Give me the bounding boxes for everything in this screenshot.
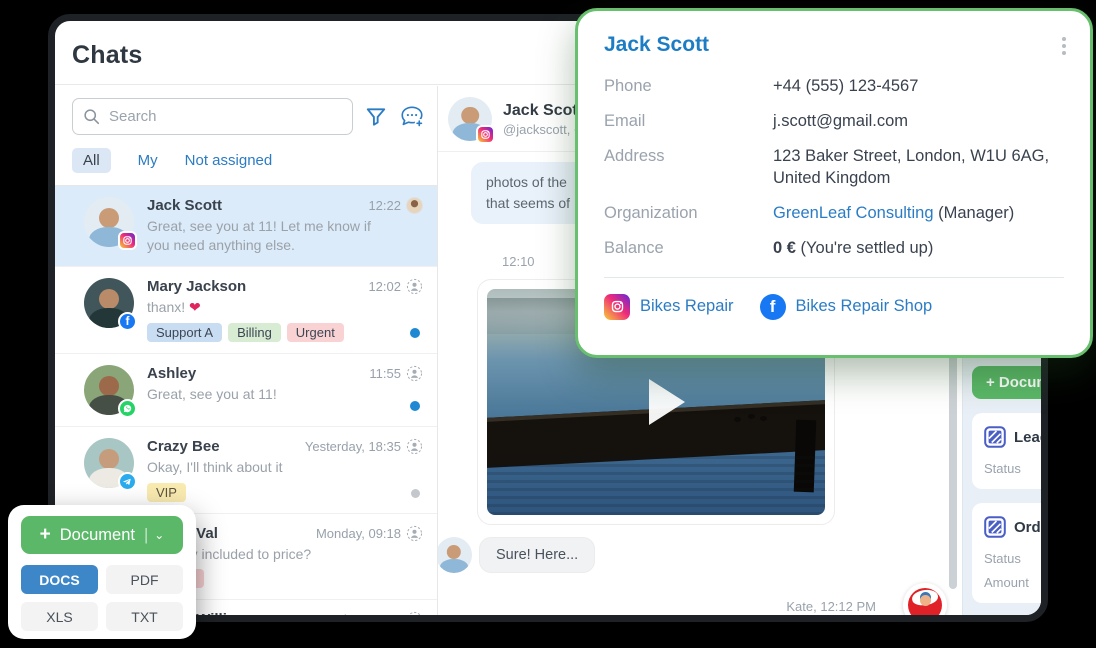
- play-icon[interactable]: [649, 379, 685, 425]
- email-label: Email: [604, 111, 773, 133]
- unassigned-icon: [406, 278, 423, 295]
- chat-name: Crazy Bee: [147, 438, 220, 455]
- chat-name: Mary Jackson: [147, 278, 246, 295]
- lead-icon: [984, 426, 1006, 448]
- tag-vip: VIP: [147, 483, 186, 502]
- assigned-agent-avatar: [406, 197, 423, 214]
- chat-time: 11:55: [369, 366, 401, 381]
- instagram-icon: [604, 294, 630, 320]
- add-document-button[interactable]: + Document: [972, 366, 1041, 399]
- unassigned-icon: [406, 525, 423, 542]
- contact-name: Jack Scott: [604, 33, 1064, 57]
- phone-value: +44 (555) 123-4567: [773, 76, 1064, 98]
- whatsapp-badge-icon: [118, 399, 137, 418]
- order-amount-label: Amount: [984, 575, 1041, 590]
- search-icon: [83, 108, 100, 125]
- balance-amount: 0 €: [773, 239, 796, 257]
- new-chat-icon[interactable]: [399, 104, 425, 130]
- unread-dot: [410, 328, 420, 338]
- message-bubble: Sure! Here...: [479, 537, 595, 573]
- chat-time: Yesterday, 18:35: [305, 439, 401, 454]
- kebab-menu-icon[interactable]: [1062, 37, 1066, 55]
- page-title: Chats: [72, 41, 142, 69]
- unassigned-icon: [406, 365, 423, 382]
- unassigned-icon: [406, 611, 423, 615]
- tab-not-assigned[interactable]: Not assigned: [185, 152, 273, 169]
- balance-label: Balance: [604, 238, 773, 260]
- sender-logo-avatar: [903, 583, 947, 615]
- outgoing-message-meta: Kate, 12:12 PM: [438, 599, 876, 614]
- email-value: j.scott@gmail.com: [773, 111, 1064, 133]
- search-input[interactable]: [109, 108, 342, 125]
- heart-icon: ❤: [189, 299, 201, 315]
- order-status-label: Status: [984, 551, 1041, 566]
- instagram-badge-icon: [118, 231, 137, 250]
- chat-time: 12:22: [368, 198, 401, 213]
- doc-type-xls[interactable]: XLS: [21, 602, 98, 631]
- chat-item-jack-scott[interactable]: Jack Scott 12:22 Great, see you at 11! L…: [55, 186, 437, 266]
- filter-tabs: All My Not assigned: [72, 148, 425, 173]
- chevron-down-icon: ⌄: [154, 528, 164, 542]
- facebook-profile-link[interactable]: f Bikes Repair Shop: [760, 294, 933, 320]
- chat-time: 12:02: [368, 279, 401, 294]
- balance-value: 0 € (You're settled up): [773, 238, 1064, 260]
- chat-name: Ashley: [147, 365, 196, 382]
- instagram-profile-link[interactable]: Bikes Repair: [604, 294, 734, 320]
- tab-my[interactable]: My: [138, 152, 158, 169]
- avatar: [438, 537, 472, 573]
- document-popup: + Document | ⌄ DOCS PDF XLS TXT: [8, 505, 196, 639]
- organization-role: (Manager): [938, 204, 1014, 222]
- tag-support: Support A: [147, 323, 222, 342]
- chat-item-crazy-bee[interactable]: Crazy Bee Yesterday, 18:35 Okay, I'll th…: [55, 426, 437, 513]
- doc-type-txt[interactable]: TXT: [106, 602, 183, 631]
- chat-preview: thanx! ❤: [147, 298, 423, 317]
- chat-preview: Great, see you at 11! Let me know if you…: [147, 217, 423, 255]
- organization-value: GreenLeaf Consulting (Manager): [773, 203, 1064, 225]
- phone-label: Phone: [604, 76, 773, 98]
- address-label: Address: [604, 146, 773, 190]
- doc-type-docs[interactable]: DOCS: [21, 565, 98, 594]
- chat-preview: Okay, I'll think about it: [147, 458, 423, 477]
- organization-label: Organization: [604, 203, 773, 225]
- divider: [604, 277, 1064, 278]
- chat-item-mary-jackson[interactable]: f Mary Jackson 12:02 thanx! ❤: [55, 266, 437, 353]
- balance-note: (You're settled up): [801, 239, 934, 257]
- unread-dot: [410, 401, 420, 411]
- plus-icon: +: [40, 524, 51, 546]
- chat-name: Jack Scott: [147, 197, 222, 214]
- doc-type-pdf[interactable]: PDF: [106, 565, 183, 594]
- document-button-label: Document: [60, 526, 135, 545]
- add-document-split-button[interactable]: + Document | ⌄: [21, 516, 183, 554]
- read-dot: [411, 489, 420, 498]
- order-card[interactable]: Order Status Amount: [972, 503, 1041, 603]
- tab-all[interactable]: All: [72, 148, 111, 173]
- chat-time: 05 jan. 13:54: [326, 612, 401, 615]
- order-card-title: Order: [1014, 519, 1041, 536]
- tag-billing: Billing: [228, 323, 281, 342]
- facebook-icon: f: [760, 294, 786, 320]
- lead-status-label: Status: [984, 461, 1041, 476]
- search-box[interactable]: [72, 98, 353, 135]
- unassigned-icon: [406, 438, 423, 455]
- page: Chats: [0, 0, 1096, 648]
- organization-link[interactable]: GreenLeaf Consulting: [773, 204, 934, 222]
- tag-urgent: Urgent: [287, 323, 344, 342]
- filter-icon[interactable]: [365, 106, 387, 128]
- address-value: 123 Baker Street, London, W1U 6AG, Unite…: [773, 146, 1064, 190]
- contact-detail-card: Jack Scott Phone +44 (555) 123-4567 Emai…: [575, 8, 1093, 358]
- order-icon: [984, 516, 1006, 538]
- lead-card[interactable]: Lead Status: [972, 413, 1041, 489]
- chat-time: Monday, 09:18: [316, 526, 401, 541]
- instagram-badge-icon: [476, 125, 495, 144]
- chat-preview: Great, see you at 11!: [147, 385, 423, 404]
- facebook-badge-icon: f: [118, 312, 137, 331]
- telegram-badge-icon: [118, 472, 137, 491]
- lead-card-title: Lead: [1014, 429, 1041, 446]
- chat-item-ashley[interactable]: Ashley 11:55 Great, see you at 11!: [55, 353, 437, 426]
